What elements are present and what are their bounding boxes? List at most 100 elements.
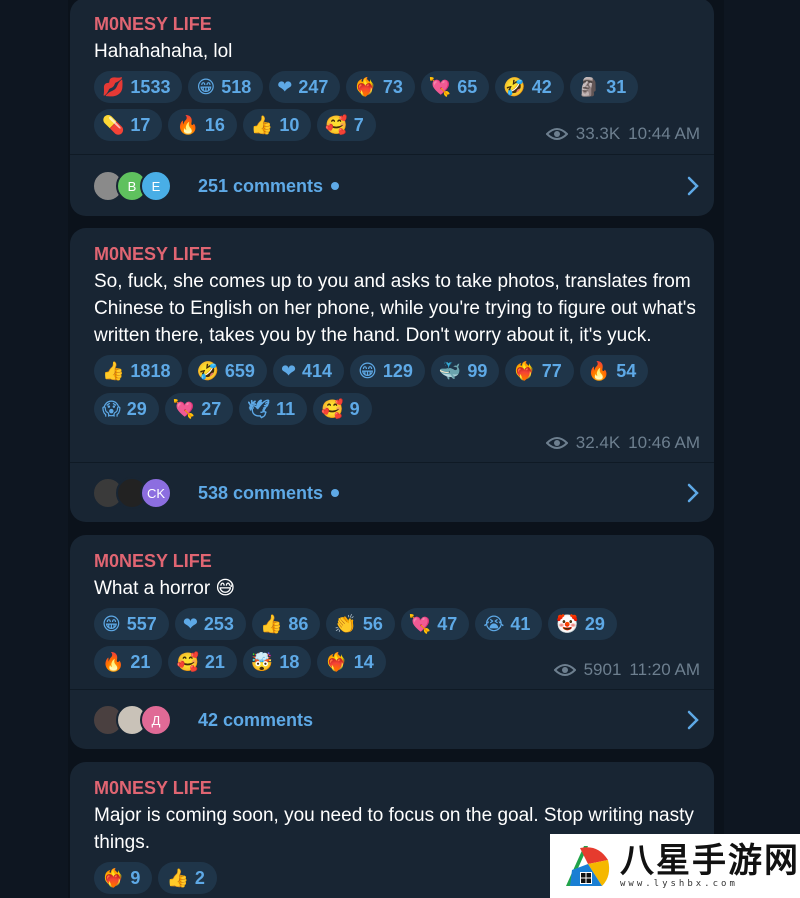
unread-dot	[331, 489, 340, 497]
reaction-chip[interactable]: 👍 2	[158, 862, 217, 894]
reaction-chip[interactable]: 🥰 21	[168, 646, 237, 678]
post-meta: 5901 11:20 AM	[553, 660, 700, 680]
reaction-emoji: 👏	[334, 613, 357, 635]
reaction-count: 10	[279, 114, 300, 135]
reaction-chip[interactable]: 🔥 16	[168, 109, 237, 141]
reactions: 👍 1818 🤣 659 ❤ 414 😁 129 🐳 99 ❤‍🔥 77 🔥 54 😱 29 💘 27 🕊 11 🥰 9	[94, 355, 674, 425]
avatar: CK	[140, 477, 172, 509]
reaction-chip[interactable]: 🔥 21	[94, 646, 163, 678]
reaction-chip[interactable]: 💘 47	[400, 608, 470, 640]
reaction-count: 247	[298, 76, 329, 97]
reaction-chip[interactable]: 🥰 7	[317, 109, 376, 141]
reaction-count: 21	[204, 651, 225, 672]
reaction-count: 29	[126, 398, 147, 419]
reaction-chip[interactable]: ❤‍🔥 9	[94, 862, 153, 894]
reaction-chip[interactable]: 💊 17	[94, 109, 163, 141]
reaction-chip[interactable]: 😭 41	[475, 608, 543, 640]
reaction-emoji: 😱	[102, 398, 121, 420]
post-author[interactable]: M0NESY LIFE	[94, 549, 702, 573]
eye-icon	[553, 664, 576, 676]
commenter-avatars: Д	[92, 704, 188, 736]
post-author[interactable]: M0NESY LIFE	[94, 12, 702, 36]
post-meta: 32.4K 10:46 AM	[545, 433, 700, 453]
reaction-emoji: 💘	[172, 398, 196, 420]
comments-button[interactable]: Д 42 comments	[92, 700, 700, 740]
reaction-chip[interactable]: 👏 56	[326, 608, 395, 640]
reaction-count: 14	[353, 651, 374, 672]
post-time: 11:20 AM	[629, 660, 700, 679]
views-count: 5901	[583, 660, 622, 679]
reaction-emoji: 🔥	[587, 360, 611, 382]
post-text: So, fuck, she comes up to you and asks t…	[94, 271, 696, 346]
reaction-count: 65	[457, 76, 478, 97]
reaction-chip[interactable]: 🗿 31	[569, 71, 639, 103]
reaction-chip[interactable]: 🤣 42	[495, 71, 564, 103]
reaction-chip[interactable]: 👍 10	[242, 109, 312, 141]
post-author[interactable]: M0NESY LIFE	[94, 776, 702, 800]
divider	[70, 689, 714, 690]
reaction-emoji: ❤‍🔥	[102, 867, 125, 889]
reaction-emoji: 😭	[483, 613, 505, 635]
reaction-emoji: 🔥	[176, 114, 199, 136]
reaction-chip[interactable]: ❤‍🔥 14	[317, 646, 386, 678]
reaction-chip[interactable]: 😁 129	[350, 355, 425, 387]
reaction-count: 86	[288, 613, 309, 634]
chevron-right-icon	[687, 176, 699, 196]
reaction-emoji: 🤣	[196, 360, 219, 382]
reaction-chip[interactable]: ❤‍🔥 73	[346, 71, 415, 103]
reaction-count: 17	[130, 114, 151, 135]
reaction-emoji: 🐳	[438, 360, 462, 382]
comments-label: 42 comments	[198, 709, 314, 730]
reaction-count: 18	[279, 651, 300, 672]
reaction-chip[interactable]: 🤯 18	[242, 646, 312, 678]
reaction-emoji: 💋	[102, 76, 125, 98]
reaction-chip[interactable]: ❤ 247	[269, 71, 341, 103]
post-author[interactable]: M0NESY LIFE	[94, 242, 702, 266]
channel-feed: M0NESY LIFE Hahahahaha, lol 💋 1533 😁 518 ❤ 24…	[68, 0, 724, 898]
reaction-emoji: 🔥	[102, 651, 125, 673]
reaction-chip[interactable]: ❤‍🔥 77	[505, 355, 574, 387]
reaction-chip[interactable]: 👍 1818	[94, 355, 183, 387]
reaction-chip[interactable]: 👍 86	[251, 608, 321, 640]
site-watermark: 八星手游网 www.lyshbx.com	[550, 834, 800, 898]
reaction-chip[interactable]: 🤡 29	[548, 608, 617, 640]
reaction-emoji: ❤‍🔥	[354, 76, 377, 98]
reaction-emoji: ❤	[182, 613, 198, 635]
reaction-emoji: 😁	[102, 613, 121, 635]
reaction-chip[interactable]: 😁 518	[188, 71, 264, 103]
reaction-count: 54	[616, 360, 637, 381]
reaction-emoji: 🤯	[250, 651, 274, 673]
reaction-count: 41	[510, 613, 531, 634]
comments-button[interactable]: CK 538 comments	[92, 473, 700, 513]
reaction-emoji: 😁	[196, 76, 216, 98]
reaction-count: 414	[302, 360, 333, 381]
reaction-chip[interactable]: 😱 29	[94, 393, 159, 425]
reaction-chip[interactable]: 🔥 54	[579, 355, 649, 387]
reaction-count: 77	[541, 360, 562, 381]
reaction-count: 99	[467, 360, 488, 381]
comments-label: 251 comments	[198, 175, 324, 196]
reaction-count: 27	[201, 398, 222, 419]
reaction-count: 659	[224, 360, 255, 381]
watermark-title: 八星手游网	[620, 841, 800, 881]
reaction-chip[interactable]: 🕊 11	[239, 393, 308, 425]
reaction-chip[interactable]: 🐳 99	[430, 355, 500, 387]
reaction-chip[interactable]: 💘 27	[164, 393, 234, 425]
chevron-right-icon	[687, 483, 699, 503]
reaction-count: 29	[584, 613, 605, 634]
reaction-count: 16	[204, 114, 225, 135]
post-3: M0NESY LIFE What a horror 😅 😁 557 ❤ 253 👍 86 👏…	[70, 535, 714, 749]
reaction-chip[interactable]: 💋 1533	[94, 71, 183, 103]
comments-button[interactable]: B E 251 comments	[92, 166, 700, 206]
reaction-count: 47	[437, 613, 458, 634]
reaction-chip[interactable]: 🥰 9	[313, 393, 372, 425]
reaction-count: 9	[130, 867, 141, 888]
reaction-chip[interactable]: ❤ 414	[272, 355, 345, 387]
views-count: 33.3K	[575, 124, 621, 143]
reaction-chip[interactable]: 🤣 659	[188, 355, 267, 387]
chevron-right-icon	[687, 710, 699, 730]
reaction-chip[interactable]: ❤ 253	[174, 608, 246, 640]
reaction-chip[interactable]: 😁 557	[94, 608, 169, 640]
reaction-count: 56	[362, 613, 383, 634]
reaction-chip[interactable]: 💘 65	[420, 71, 490, 103]
